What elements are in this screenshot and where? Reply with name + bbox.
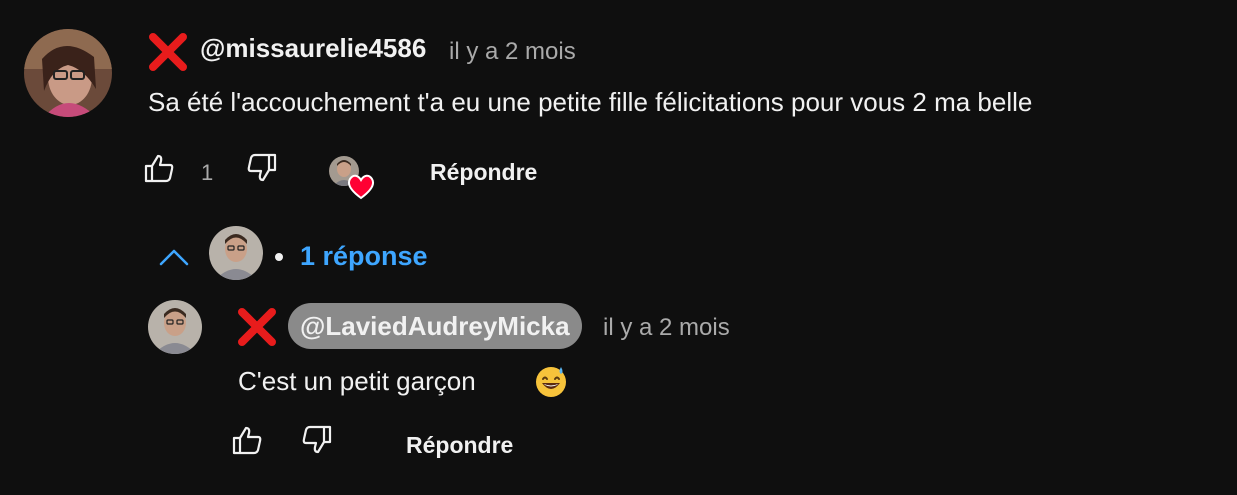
reply-text: C'est un petit garçon (238, 366, 476, 396)
dislike-icon[interactable] (246, 152, 278, 184)
replies-toggle[interactable]: 1 réponse (300, 241, 428, 272)
replier-avatar-preview (209, 226, 263, 280)
separator-dot (275, 253, 283, 261)
reply-button[interactable]: Répondre (406, 432, 513, 459)
reply-timestamp[interactable]: il y a 2 mois (603, 314, 730, 342)
commenter-handle[interactable]: @missaurelie4586 (200, 33, 426, 64)
like-count: 1 (201, 160, 214, 185)
like-icon[interactable] (231, 424, 263, 456)
heart-icon (347, 174, 375, 200)
comment-timestamp[interactable]: il y a 2 mois (449, 38, 576, 66)
grinning-face-with-sweat-icon (536, 367, 566, 397)
reply-author-avatar[interactable] (148, 300, 202, 354)
comment-thread: @missaurelie4586 il y a 2 mois Sa été l'… (0, 0, 1237, 495)
dislike-icon[interactable] (301, 424, 333, 456)
reply-button[interactable]: Répondre (430, 159, 537, 186)
comment-text: Sa été l'accouchement t'a eu une petite … (148, 87, 1033, 117)
cross-mark-icon (149, 33, 187, 71)
like-icon[interactable] (143, 152, 175, 184)
cross-mark-icon (238, 308, 276, 346)
chevron-up-icon[interactable] (158, 244, 190, 270)
commenter-avatar[interactable] (24, 29, 112, 117)
reply-author-handle[interactable]: @LaviedAudreyMicka (288, 303, 582, 349)
